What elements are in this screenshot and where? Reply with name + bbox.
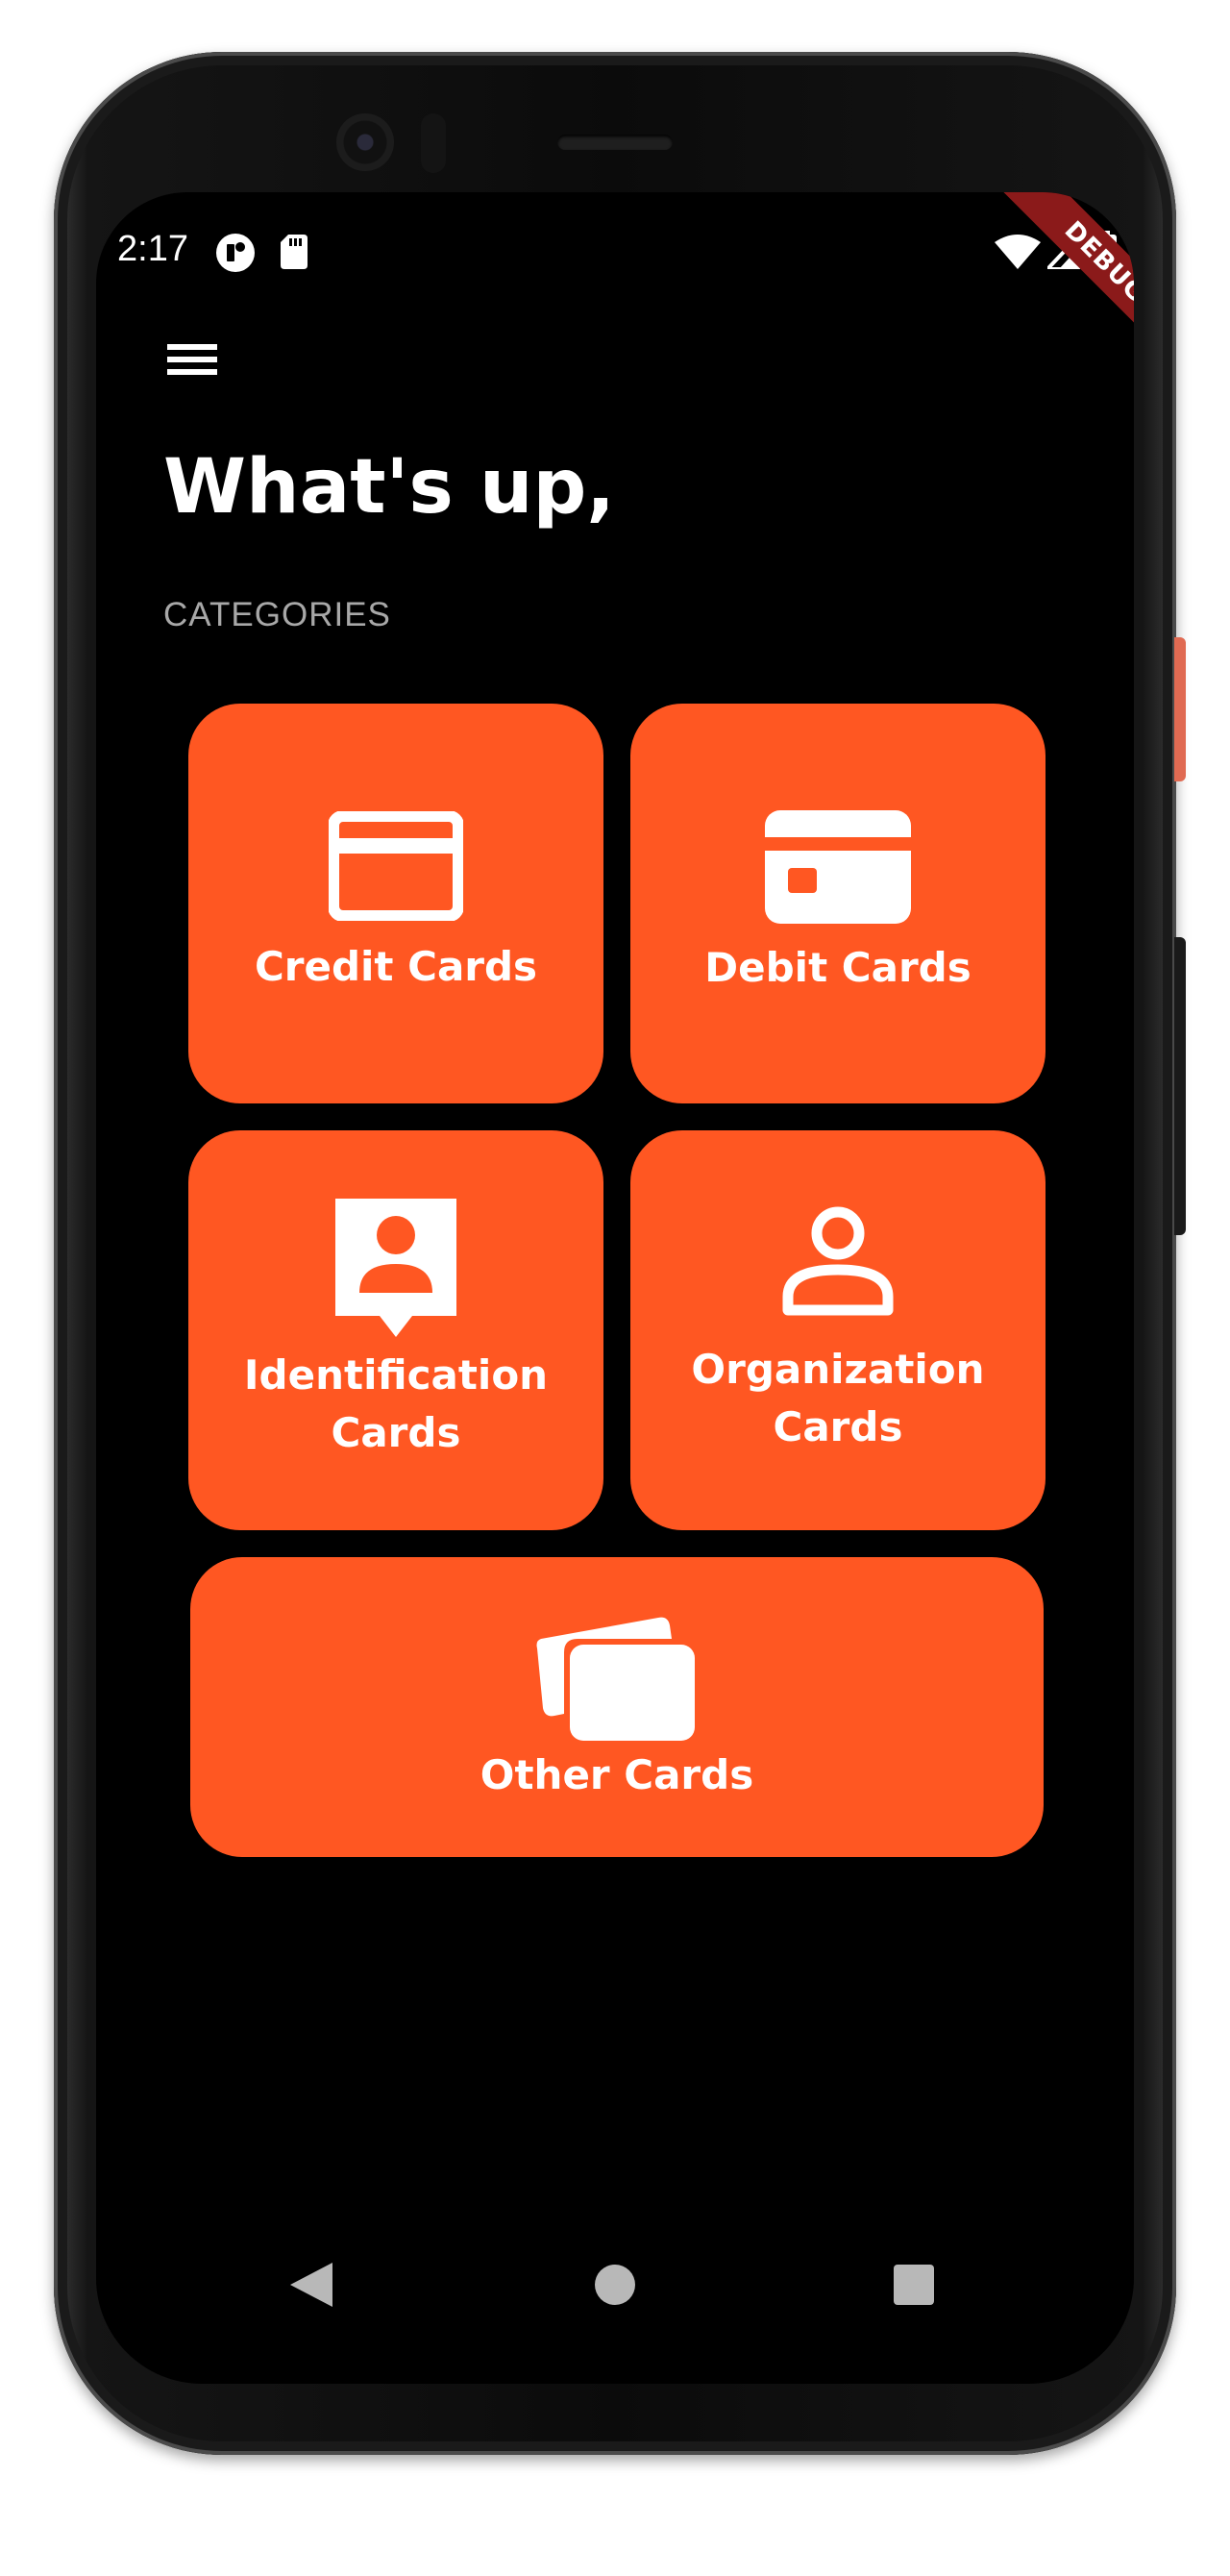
credit-card-icon (329, 811, 463, 921)
volume-button[interactable] (1174, 937, 1186, 1235)
hamburger-menu-icon (167, 344, 217, 375)
front-camera (336, 113, 394, 171)
screen: 2:17 DEBUG What's up, CATEGORIES Credit … (96, 192, 1134, 2384)
wifi-icon (995, 235, 1041, 273)
other-cards-tile[interactable]: Other Cards (190, 1557, 1044, 1857)
organization-cards-label: Organization Cards (691, 1346, 985, 1450)
app-notification-icon (215, 233, 256, 277)
identification-cards-tile[interactable]: Identification Cards (188, 1130, 603, 1530)
proximity-sensor (421, 113, 446, 173)
power-button[interactable] (1174, 637, 1186, 781)
debit-cards-label: Debit Cards (704, 944, 972, 991)
identification-cards-label: Identification Cards (243, 1351, 549, 1456)
greeting-title: What's up, (163, 444, 615, 531)
status-time: 2:17 (117, 229, 188, 269)
back-icon[interactable] (290, 2263, 332, 2311)
id-card-icon (335, 1199, 456, 1339)
credit-cards-tile[interactable]: Credit Cards (188, 704, 603, 1103)
home-icon[interactable] (595, 2265, 635, 2309)
recents-icon[interactable] (894, 2265, 934, 2309)
categories-label: CATEGORIES (163, 596, 391, 633)
earpiece-speaker (557, 135, 673, 150)
debit-card-icon (765, 810, 911, 924)
person-icon (782, 1204, 894, 1316)
organization-cards-tile[interactable]: Organization Cards (630, 1130, 1046, 1530)
cards-stack-icon (535, 1610, 699, 1745)
status-bar: 2:17 (96, 192, 1134, 317)
sd-card-icon (281, 235, 308, 273)
credit-cards-label: Credit Cards (254, 943, 538, 990)
menu-button[interactable] (156, 323, 229, 396)
debit-cards-tile[interactable]: Debit Cards (630, 704, 1046, 1103)
navigation-bar (96, 2230, 1134, 2365)
other-cards-label: Other Cards (480, 1751, 754, 1798)
